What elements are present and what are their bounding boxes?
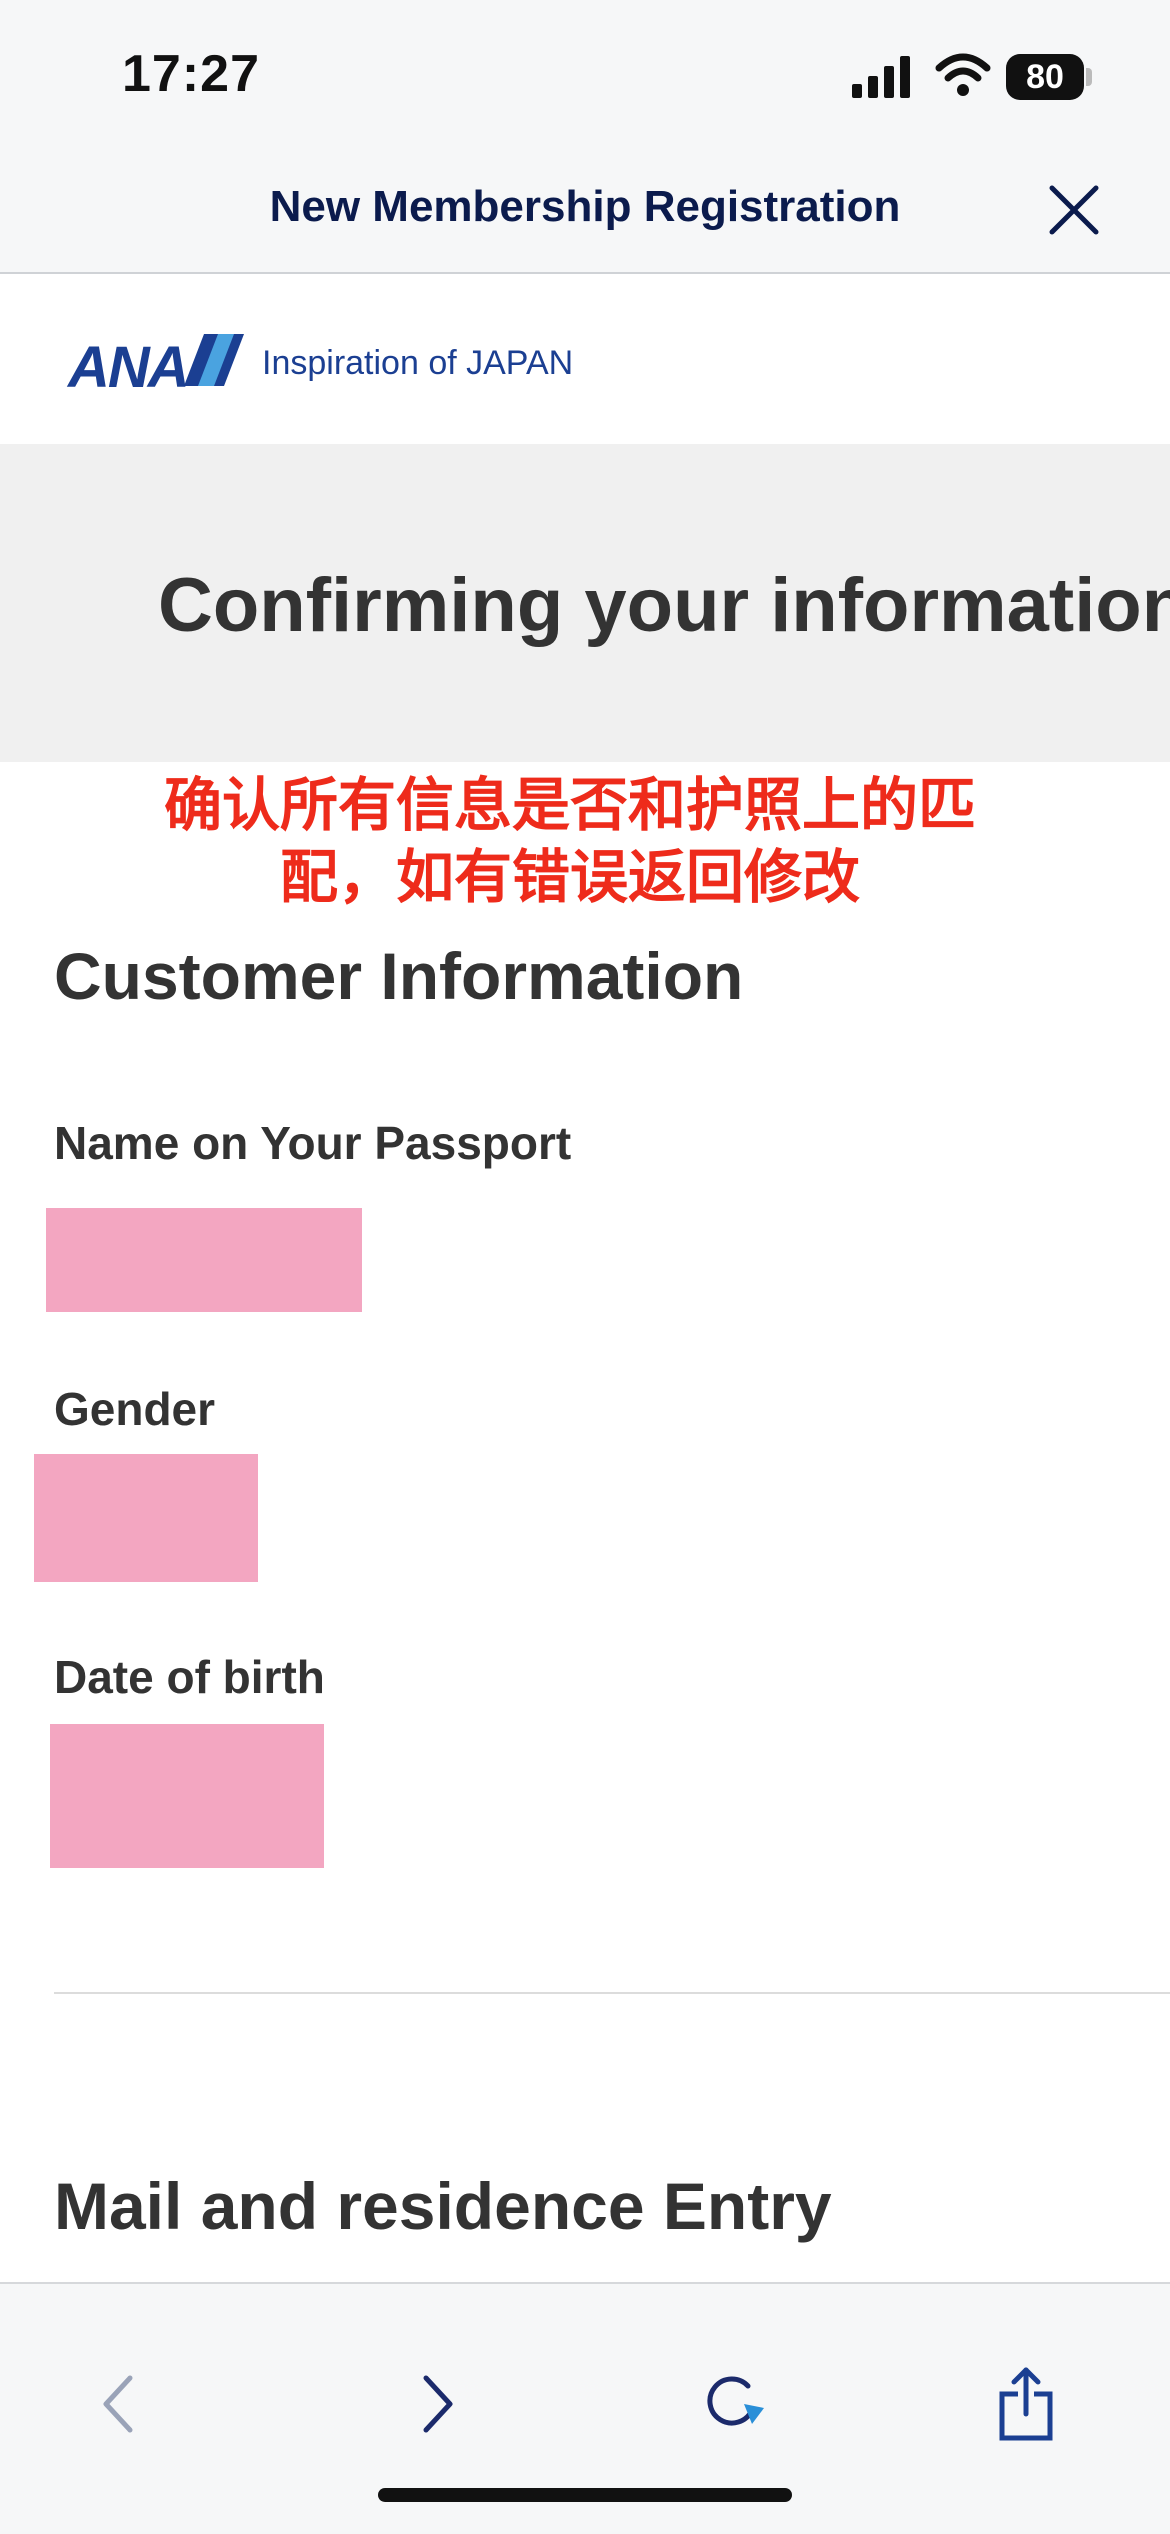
- annotation-line-2: 配，如有错误返回修改: [279, 845, 860, 910]
- forward-icon[interactable]: [396, 2364, 476, 2444]
- modal-header: New Membership Registration: [0, 140, 1170, 274]
- annotation-note: 确认所有信息是否和护照上的匹 配，如有错误返回修改: [120, 770, 1020, 914]
- home-indicator[interactable]: [378, 2488, 792, 2502]
- close-icon[interactable]: [1040, 176, 1108, 244]
- ana-logo: ANA: [68, 335, 190, 400]
- header-title: New Membership Registration: [269, 182, 901, 231]
- customer-info-title: Customer Information: [54, 939, 744, 1013]
- dob-label: Date of birth: [54, 1651, 325, 1703]
- section-divider: [54, 1992, 1170, 1994]
- share-icon[interactable]: [986, 2364, 1066, 2444]
- page-title: Confirming your information: [158, 563, 1170, 648]
- dob-value-redacted: [50, 1724, 324, 1868]
- back-icon[interactable]: [80, 2364, 160, 2444]
- page-heading-band: Confirming your information: [0, 444, 1170, 762]
- annotation-line-1: 确认所有信息是否和护照上的匹: [163, 773, 976, 838]
- ana-logo-stripe-icon: [184, 334, 244, 386]
- battery-indicator: 80: [1006, 54, 1092, 100]
- passport-name-label: Name on Your Passport: [54, 1117, 572, 1169]
- mail-residence-title: Mail and residence Entry: [54, 2169, 832, 2243]
- battery-level: 80: [1006, 54, 1084, 100]
- wifi-icon: [935, 53, 991, 96]
- gender-value-redacted: [34, 1454, 258, 1582]
- battery-cap: [1086, 68, 1092, 86]
- cellular-signal-icon: [852, 56, 910, 98]
- gender-label: Gender: [54, 1383, 216, 1435]
- status-bar: 17:27 80: [0, 0, 1170, 140]
- brand-bar: ANA Inspiration of JAPAN: [0, 274, 1170, 444]
- status-time: 17:27: [122, 45, 260, 103]
- brand-tagline: Inspiration of JAPAN: [262, 344, 574, 382]
- reload-icon[interactable]: [694, 2364, 774, 2444]
- passport-name-value-redacted: [46, 1208, 362, 1312]
